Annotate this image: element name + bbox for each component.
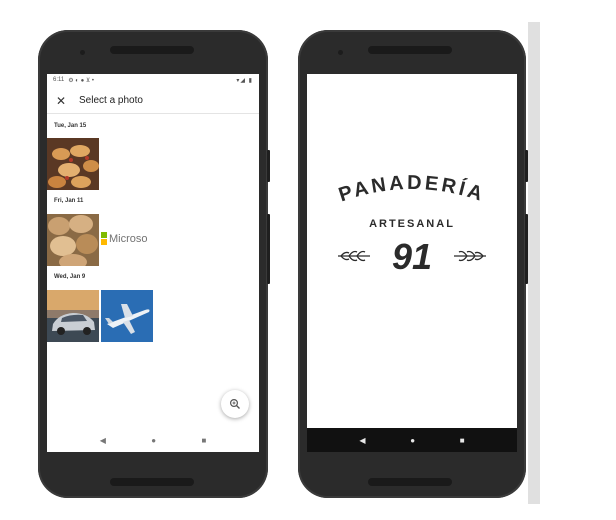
right-phone: PANADERÍA ARTESANAL 91 ◀ ● ■ [298,30,528,498]
right-screen: PANADERÍA ARTESANAL 91 ◀ ● ■ [307,74,517,452]
left-phone: 6:11 ⚙ ◐ ● ⊻ • ▾◢ ▮ ✕ Select a photo Tue… [38,30,270,498]
date-label-jan15: Tue, Jan 15 [54,123,87,129]
navigation-bar: ◀ ● ■ [307,428,517,452]
bakery-logo: PANADERÍA ARTESANAL 91 [307,154,517,284]
microsoft-wordmark: Microso [109,233,148,245]
photo-car[interactable] [47,290,99,342]
status-time: 6:11 [53,77,65,83]
app-title: Select a photo [79,95,143,106]
navigation-bar: ◀ ● ■ [47,428,259,452]
svg-text:PANADERÍA: PANADERÍA [336,172,488,207]
front-camera [80,50,85,55]
top-speaker [368,46,452,54]
photo-microsoft-logo[interactable]: Microso [101,214,153,266]
zoom-in-icon [229,398,240,409]
top-speaker [110,46,194,54]
zoom-button[interactable] [221,390,249,418]
home-button[interactable]: ● [151,436,156,445]
photo-pastries[interactable] [47,138,99,190]
status-bar: 6:11 ⚙ ◐ ● ⊻ • ▾◢ ▮ [47,74,259,86]
date-label-jan11: Fri, Jan 11 [54,198,84,204]
volume-button [525,214,528,284]
back-button[interactable]: ◀ [359,436,365,445]
volume-button [267,214,270,284]
recents-button[interactable]: ■ [201,436,206,445]
logo-subtitle: ARTESANAL [369,218,455,230]
left-screen: 6:11 ⚙ ◐ ● ⊻ • ▾◢ ▮ ✕ Select a photo Tue… [47,74,259,452]
wheat-right-icon [454,250,486,262]
home-button[interactable]: ● [410,436,415,445]
front-camera [338,50,343,55]
app-bar: ✕ Select a photo [47,88,259,114]
status-right-icons: ▾◢ ▮ [236,77,253,84]
logo-arched-title: PANADERÍA [336,172,488,207]
bottom-speaker [110,478,194,486]
power-button [525,150,528,182]
logo-title: PANADERÍA [336,172,485,207]
status-icons: ⚙ ◐ ● ⊻ • [68,77,95,84]
photo-bread-loaves[interactable] [47,214,99,266]
date-label-jan9: Wed, Jan 9 [54,274,86,280]
back-button[interactable]: ◀ [100,436,106,445]
sidebar-strip [528,22,540,504]
bottom-speaker [368,478,452,486]
close-icon[interactable]: ✕ [51,94,71,108]
power-button [267,150,270,182]
recents-button[interactable]: ■ [460,436,465,445]
photo-airplane[interactable] [101,290,153,342]
